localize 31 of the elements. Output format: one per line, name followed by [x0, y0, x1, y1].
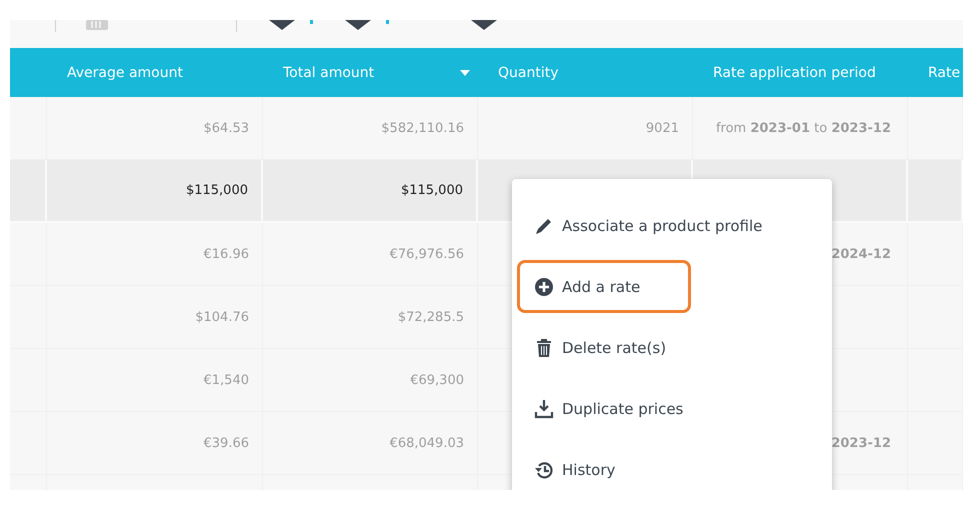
table-cell: $115,000 — [400, 183, 463, 198]
table-cell: $104.76 — [195, 310, 249, 324]
table-cell: 9021 — [646, 120, 679, 136]
table-cell: €68,049.03 — [390, 436, 464, 450]
table-row[interactable]: $64.53 $582,110.16 9021 from 2023-01 to 2023-12 — [10, 97, 963, 160]
sort-icon[interactable] — [460, 70, 470, 76]
table-cell: 2024-12 — [831, 246, 891, 262]
toolbar-icon[interactable] — [267, 20, 297, 30]
column-header[interactable]: Average amount — [67, 64, 183, 80]
toolbar-icon[interactable] — [343, 20, 373, 30]
table-cell: €76,976.56 — [390, 246, 464, 262]
table-cell: €39.66 — [204, 436, 249, 450]
table-cell: $582,110.16 — [381, 120, 464, 136]
table-cell: $115,000 — [186, 183, 248, 198]
menu-item[interactable]: Add a rate — [517, 260, 691, 313]
column-header[interactable]: Quantity — [498, 64, 558, 80]
table-cell: 2023-12 — [831, 436, 891, 450]
download-icon — [534, 398, 554, 418]
table-cell: $64.53 — [204, 120, 249, 136]
column-header[interactable]: Total amount — [283, 64, 374, 80]
trash-icon — [534, 338, 554, 358]
table-cell: from 2023-01 to 2023-12 — [716, 120, 891, 136]
history-icon — [534, 460, 554, 480]
table-cell: €16.96 — [204, 246, 249, 262]
table-cell: $72,285.5 — [398, 310, 464, 324]
table-cell: €69,300 — [410, 372, 464, 388]
plus-circle-icon — [534, 276, 554, 296]
column-header[interactable]: Rate application period — [713, 64, 876, 80]
table-cell: €1,540 — [204, 372, 249, 388]
toolbar-icon[interactable] — [469, 20, 499, 30]
column-header[interactable]: Rate — [928, 64, 960, 80]
